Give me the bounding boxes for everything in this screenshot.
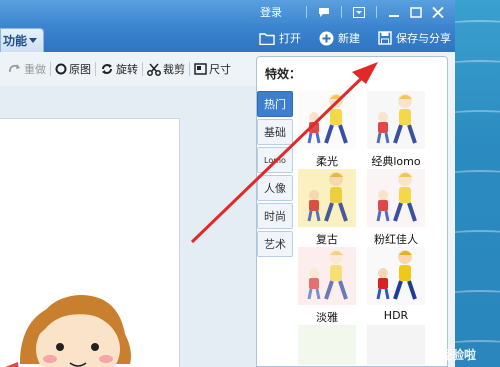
size-button[interactable]: 尺寸 <box>194 59 231 79</box>
original-image-icon <box>55 63 67 75</box>
effect-label: 柔光 <box>316 155 338 168</box>
crop-button[interactable]: 裁剪 <box>147 59 185 79</box>
effect-thumbnail <box>307 172 348 222</box>
category-tab-hot[interactable]: 热门 <box>257 91 293 117</box>
effect-item-hdr[interactable]: HDR <box>366 247 426 323</box>
effect-item-classic-lomo[interactable]: 经典lomo <box>366 91 426 168</box>
login-link[interactable]: 登录 <box>260 4 282 20</box>
effect-label: 复古 <box>316 233 338 246</box>
rotate-icon <box>102 64 112 74</box>
effect-thumbnail <box>376 250 417 300</box>
feature-menu-button[interactable]: 功能 <box>0 28 44 52</box>
category-tab-basic[interactable]: 基础 <box>257 119 293 145</box>
effects-panel: 特效： 热门 基础 Lomo 人像 时尚 艺术 柔光 经典lomo 复古 粉红佳… <box>256 56 448 367</box>
original-button[interactable]: 原图 <box>55 59 91 79</box>
open-label: 打开 <box>279 32 301 45</box>
menu-icon[interactable] <box>348 3 370 21</box>
redo-label: 重做 <box>24 63 46 76</box>
original-label: 原图 <box>69 63 91 76</box>
rotate-button[interactable]: 旋转 <box>100 59 138 79</box>
minimize-icon[interactable] <box>383 3 405 21</box>
effect-item-soft-light[interactable]: 柔光 <box>297 91 357 168</box>
effect-category-list: 热门 基础 Lomo 人像 时尚 艺术 <box>257 91 293 259</box>
effect-item-row4-left[interactable] <box>297 325 357 365</box>
resize-icon <box>194 63 207 75</box>
maximize-icon[interactable] <box>405 3 427 21</box>
save-share-label: 保存与分享 <box>396 32 451 45</box>
effect-item-pink-lady[interactable]: 粉红佳人 <box>366 169 426 246</box>
chevron-down-icon <box>29 38 38 43</box>
effect-label: 粉红佳人 <box>374 233 418 246</box>
cartoon-girl-illustration <box>5 295 131 367</box>
category-tab-portrait[interactable]: 人像 <box>257 175 293 201</box>
feedback-icon[interactable] <box>313 3 335 21</box>
background-sea <box>455 0 500 367</box>
close-icon[interactable] <box>427 3 449 21</box>
redo-icon <box>8 64 20 73</box>
size-label: 尺寸 <box>209 63 231 76</box>
redo-button[interactable]: 重做 <box>8 59 46 79</box>
folder-icon <box>259 32 275 45</box>
scissors-icon <box>147 63 161 76</box>
crop-label: 裁剪 <box>163 63 185 76</box>
open-button[interactable]: 打开 <box>259 30 301 46</box>
effect-label: 淡雅 <box>316 311 338 324</box>
image-canvas[interactable] <box>0 118 180 367</box>
effect-item-row4-right[interactable] <box>366 325 426 365</box>
rotate-label: 旋转 <box>116 63 138 76</box>
effect-item-elegant[interactable]: 淡雅 <box>297 247 357 324</box>
category-tab-art[interactable]: 艺术 <box>257 231 293 257</box>
category-tab-fashion[interactable]: 时尚 <box>257 203 293 229</box>
category-tab-lomo[interactable]: Lomo <box>257 147 293 173</box>
title-bar: 登录 功能 打开 新建 保存与分享 <box>0 0 455 52</box>
effect-thumbnail <box>307 250 348 300</box>
app-window: 登录 功能 打开 新建 保存与分享 重做 原图 旋转 裁剪 尺寸 特效： 热门 … <box>0 0 455 367</box>
effect-thumbnail <box>307 94 348 144</box>
save-icon <box>378 31 392 45</box>
plus-circle-icon <box>319 31 334 45</box>
new-button[interactable]: 新建 <box>319 30 360 46</box>
effect-label: 经典lomo <box>371 155 421 168</box>
new-label: 新建 <box>338 32 360 45</box>
watermark: 经验啦 <box>439 348 476 362</box>
effect-thumbnail <box>376 172 417 222</box>
effect-item-vintage[interactable]: 复古 <box>297 169 357 246</box>
edit-toolbar: 重做 原图 旋转 裁剪 尺寸 <box>0 52 256 86</box>
effects-title: 特效： <box>265 67 302 81</box>
canvas-area[interactable] <box>0 86 256 367</box>
effect-thumbnail <box>376 94 417 144</box>
save-share-button[interactable]: 保存与分享 <box>378 30 451 46</box>
feature-menu-label: 功能 <box>3 34 28 48</box>
effect-label: HDR <box>383 309 409 322</box>
